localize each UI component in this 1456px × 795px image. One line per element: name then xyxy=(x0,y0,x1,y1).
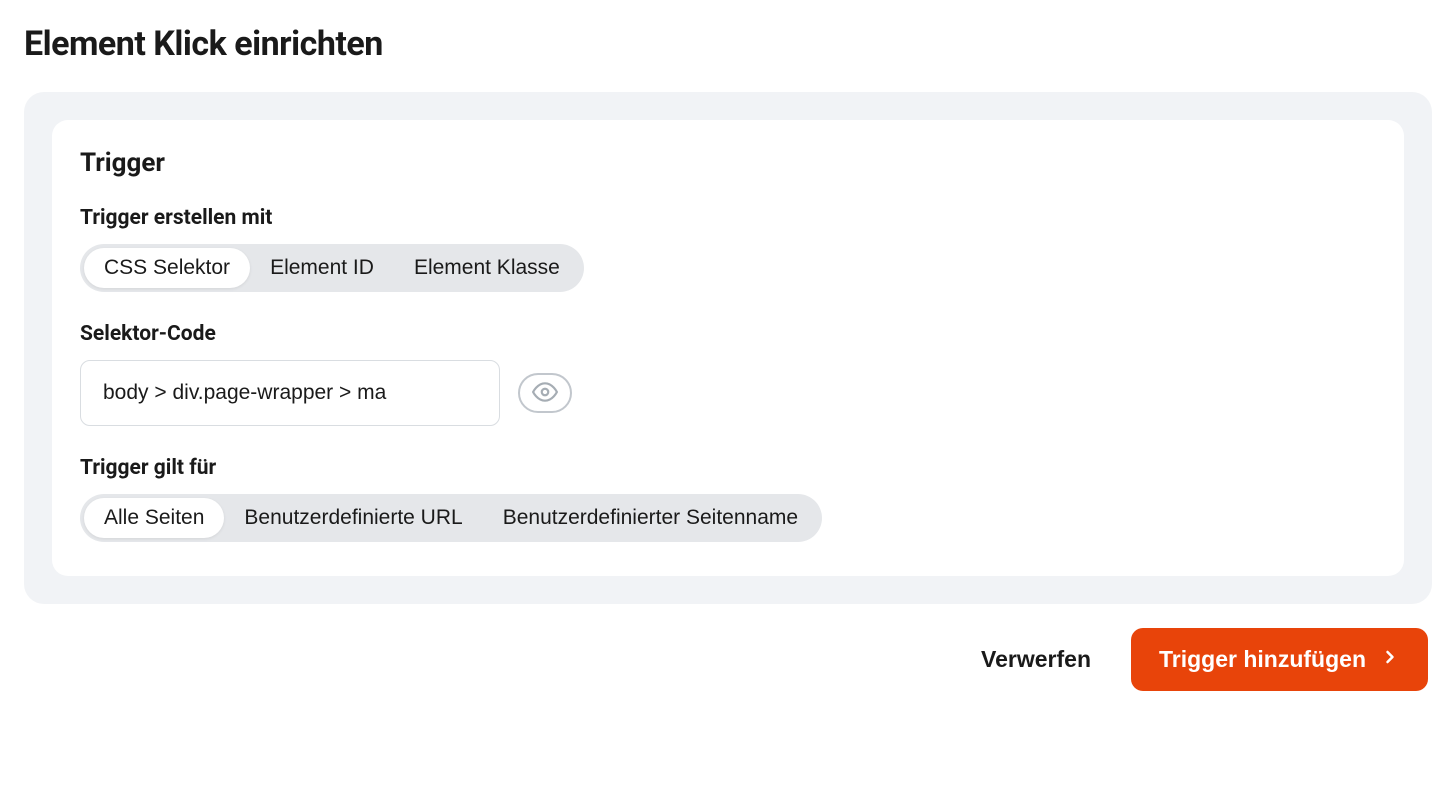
page-title: Element Klick einrichten xyxy=(24,24,1432,64)
add-trigger-button[interactable]: Trigger hinzufügen xyxy=(1131,628,1428,691)
selector-input-row xyxy=(80,360,1376,426)
applies-to-label: Trigger gilt für xyxy=(80,456,1376,480)
seg-custom-url[interactable]: Benutzerdefinierte URL xyxy=(224,498,482,538)
trigger-card: Trigger Trigger erstellen mit CSS Selekt… xyxy=(52,120,1404,576)
chevron-right-icon xyxy=(1380,646,1400,673)
applies-to-segmented: Alle Seiten Benutzerdefinierte URL Benut… xyxy=(80,494,822,542)
seg-custom-pagename[interactable]: Benutzerdefinierter Seitenname xyxy=(483,498,818,538)
seg-element-id[interactable]: Element ID xyxy=(250,248,394,288)
discard-button[interactable]: Verwerfen xyxy=(973,636,1099,683)
selector-code-field: Selektor-Code xyxy=(80,322,1376,426)
selector-code-label: Selektor-Code xyxy=(80,322,1376,346)
selector-code-input[interactable] xyxy=(80,360,500,426)
create-with-segmented: CSS Selektor Element ID Element Klasse xyxy=(80,244,584,292)
seg-element-class[interactable]: Element Klasse xyxy=(394,248,580,288)
preview-button[interactable] xyxy=(518,373,572,413)
create-with-label: Trigger erstellen mit xyxy=(80,206,1376,230)
applies-to-field: Trigger gilt für Alle Seiten Benutzerdef… xyxy=(80,456,1376,542)
add-trigger-label: Trigger hinzufügen xyxy=(1159,646,1366,673)
create-with-field: Trigger erstellen mit CSS Selektor Eleme… xyxy=(80,206,1376,292)
card-title: Trigger xyxy=(80,148,1376,178)
seg-all-pages[interactable]: Alle Seiten xyxy=(84,498,224,538)
config-panel: Trigger Trigger erstellen mit CSS Selekt… xyxy=(24,92,1432,604)
footer-actions: Verwerfen Trigger hinzufügen xyxy=(24,628,1432,691)
seg-css-selector[interactable]: CSS Selektor xyxy=(84,248,250,288)
eye-icon xyxy=(532,379,558,408)
